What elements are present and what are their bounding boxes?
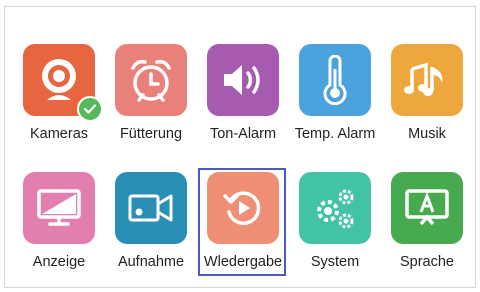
menu-item-label: Wledergabe — [203, 254, 283, 270]
menu-item-wledergabe[interactable]: Wledergabe — [198, 172, 288, 284]
thermometer-icon — [299, 44, 371, 116]
menu-item-label: Anzeige — [32, 254, 86, 270]
menu-item-label: System — [310, 254, 360, 270]
gears-icon — [299, 172, 371, 244]
speaker-icon — [207, 44, 279, 116]
monitor-icon — [23, 172, 95, 244]
menu-item-kameras[interactable]: Kameras — [14, 44, 104, 156]
menu-item-aufnahme[interactable]: Aufnahme — [106, 172, 196, 284]
menu-item-label: Aufnahme — [117, 254, 185, 270]
connected-check-icon — [77, 96, 103, 122]
menu-item-label: Fütterung — [119, 126, 183, 142]
menu-item-system[interactable]: System — [290, 172, 380, 284]
menu-item-label: Ton-Alarm — [209, 126, 277, 142]
alarm-clock-icon — [115, 44, 187, 116]
menu-item-label: Musik — [408, 126, 446, 142]
camera-icon — [23, 44, 103, 122]
menu-item-label: Temp. Alarm — [294, 126, 376, 142]
replay-icon — [207, 172, 279, 244]
menu-item-ton-alarm[interactable]: Ton-Alarm — [198, 44, 288, 156]
menu-item-label: Sprache — [399, 254, 454, 270]
menu-item-temp-alarm[interactable]: Temp. Alarm — [290, 44, 380, 156]
language-icon — [391, 172, 463, 244]
menu-item-label: Kameras — [29, 126, 89, 142]
video-camera-icon — [115, 172, 187, 244]
menu-item-sprache[interactable]: Sprache — [382, 172, 472, 284]
menu-item-anzeige[interactable]: Anzeige — [14, 172, 104, 284]
menu-item-musik[interactable]: Musik — [382, 44, 472, 156]
music-note-icon — [391, 44, 463, 116]
menu-item-fuetterung[interactable]: Fütterung — [106, 44, 196, 156]
